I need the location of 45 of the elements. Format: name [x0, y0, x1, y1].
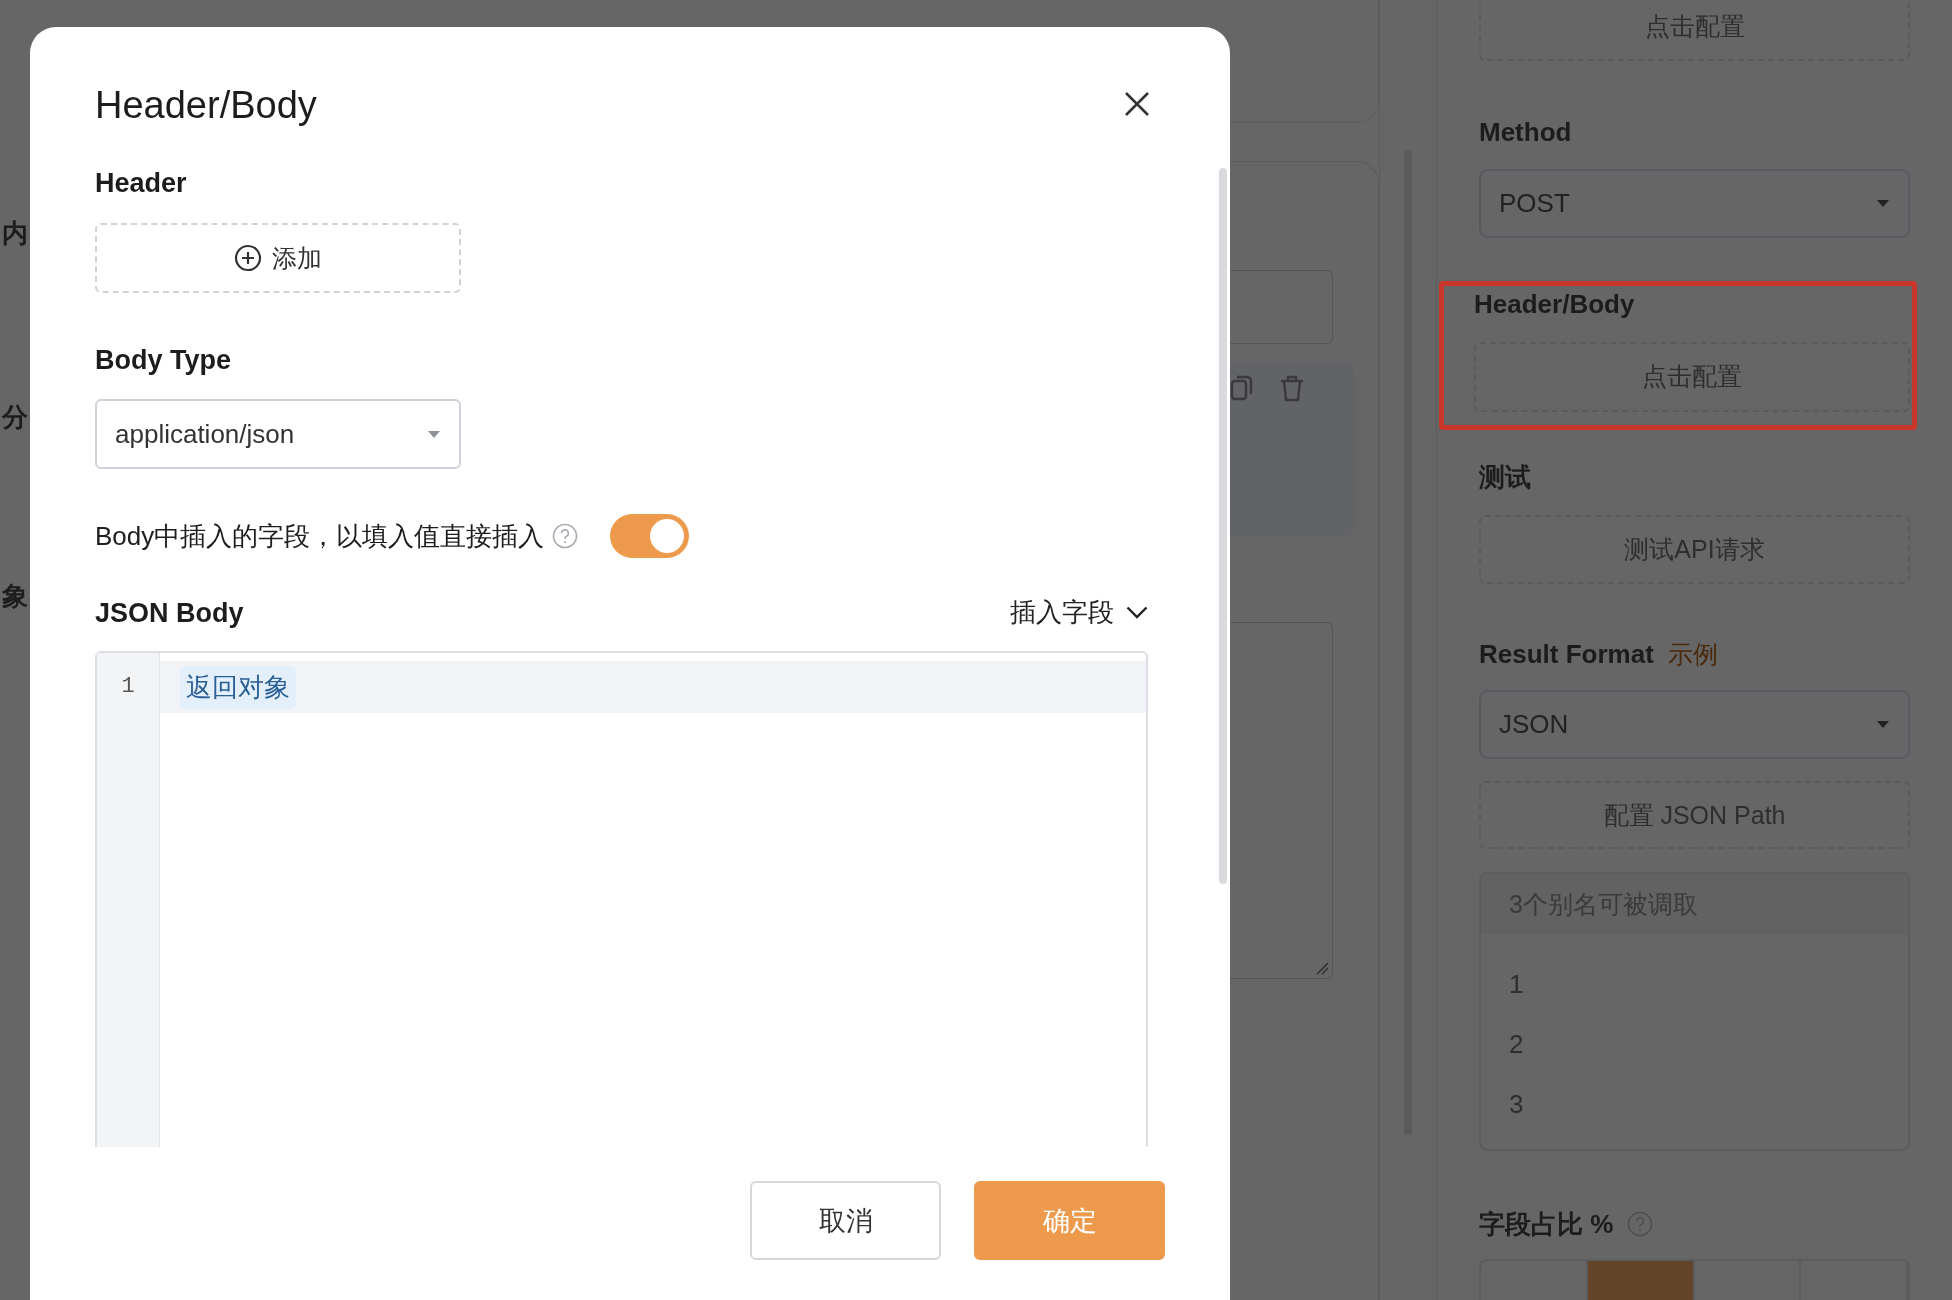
copy-icon — [1230, 374, 1254, 402]
configure-button[interactable]: 点击配置 — [1479, 0, 1910, 61]
alias-item: 2 — [1508, 1028, 1525, 1062]
field-label: JSON Body — [95, 596, 244, 630]
plus-circle-icon — [234, 244, 262, 272]
field-label: Header/Body — [1474, 287, 1636, 321]
add-button[interactable]: 添加 — [95, 223, 461, 293]
body-type-select[interactable]: application/json — [95, 399, 461, 469]
field-label: 象 — [2, 580, 29, 613]
insert-field-dropdown[interactable]: 插入字段 — [1010, 595, 1148, 630]
alias-item: 3 — [1508, 1088, 1525, 1122]
field-token[interactable]: 返回对象 — [180, 665, 296, 709]
confirm-button[interactable]: 确定 — [974, 1181, 1165, 1260]
field-label: 分 — [2, 401, 29, 434]
example-link[interactable]: 示例 — [1667, 636, 1718, 671]
toggle-switch[interactable] — [610, 514, 690, 558]
field-label: 字段占比 % — [1479, 1207, 1614, 1241]
toggle-label: Body中插入的字段，以填入值直接插入 — [95, 519, 545, 553]
configure-button[interactable]: 点击配置 — [1474, 341, 1910, 412]
help-icon — [1627, 1210, 1654, 1237]
caret-icon — [427, 429, 441, 439]
field-label: 测试 — [1479, 460, 1532, 494]
trash-icon — [1280, 374, 1304, 402]
close-icon — [1124, 90, 1150, 117]
code-editor[interactable]: 1 返回对象 — [95, 651, 1148, 1147]
json-path-button[interactable]: 配置 JSON Path — [1479, 780, 1910, 850]
method-select[interactable]: POST — [1479, 168, 1910, 238]
line-number: 1 — [120, 673, 136, 701]
field-label: Method — [1479, 115, 1573, 149]
chevron-down-icon — [1126, 606, 1148, 619]
help-icon — [552, 523, 579, 549]
caret-icon — [1876, 198, 1890, 208]
caret-icon — [1876, 719, 1890, 729]
scrollbar[interactable] — [1219, 168, 1227, 884]
dialog-title: Header/Body — [95, 83, 317, 128]
field-label: 内 — [2, 217, 29, 250]
field-label: Result Format — [1479, 637, 1654, 671]
test-button[interactable]: 测试API请求 — [1479, 514, 1910, 584]
field-label: Body Type — [95, 344, 232, 377]
alias-item: 1 — [1508, 968, 1525, 1002]
cancel-button[interactable]: 取消 — [750, 1181, 941, 1260]
format-select[interactable]: JSON — [1479, 689, 1910, 759]
segment[interactable] — [1587, 1260, 1695, 1300]
resize-grip-icon — [1315, 961, 1329, 975]
field-label: Header — [95, 167, 188, 200]
